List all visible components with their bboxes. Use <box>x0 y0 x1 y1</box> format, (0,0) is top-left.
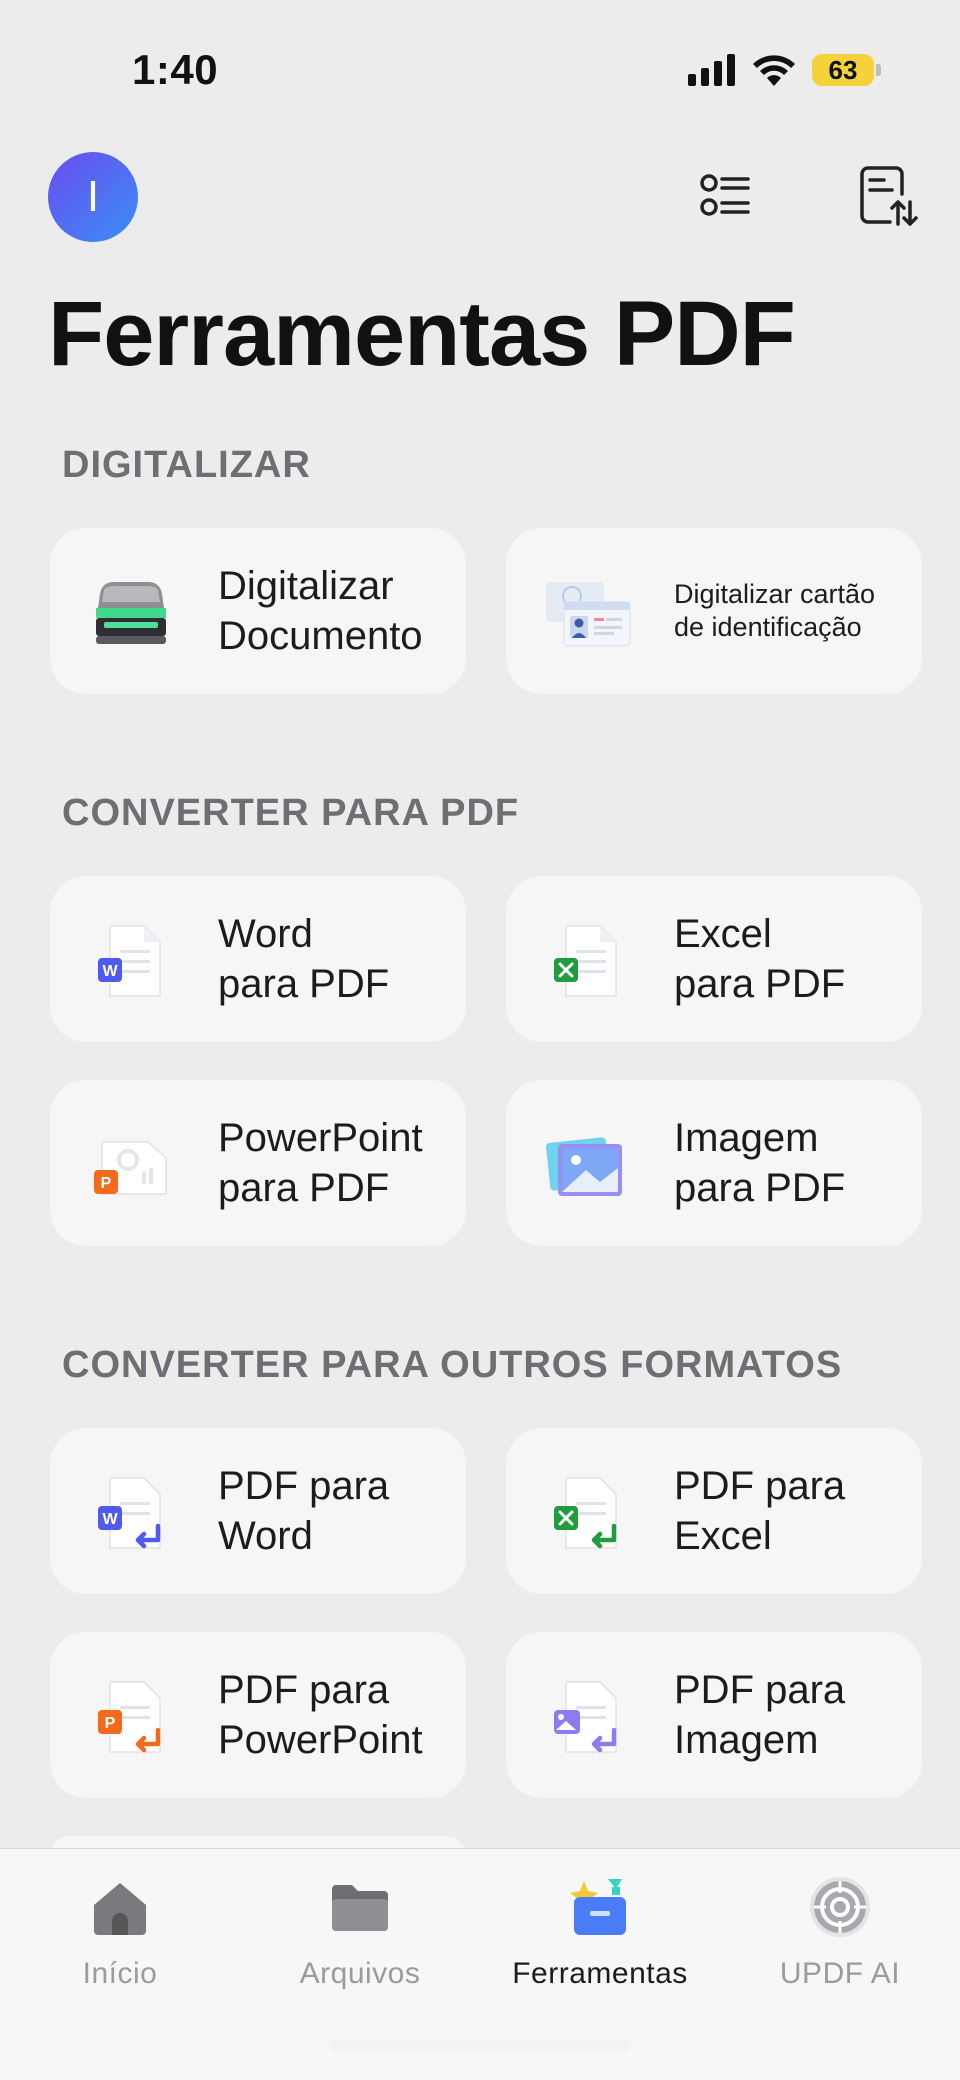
status-time: 1:40 <box>132 46 219 93</box>
word-doc-icon: W <box>98 925 161 997</box>
battery-tip <box>876 64 881 76</box>
battery-level: 63 <box>812 54 874 86</box>
section-label-from-pdf: CONVERTER PARA OUTROS FORMATOS <box>62 1344 843 1386</box>
scan-id-card-button[interactable]: Digitalizar cartão de identificação <box>506 528 922 694</box>
folder-icon <box>332 1885 388 1931</box>
wifi-icon <box>753 55 795 86</box>
image-to-pdf-label: Imagem para PDF <box>674 1116 846 1210</box>
pdf-to-excel-button[interactable]: PDF para Excel <box>506 1428 922 1594</box>
pdf-to-image-button[interactable]: PDF para Imagem <box>506 1632 922 1798</box>
section-label-scan: DIGITALIZAR <box>62 444 311 486</box>
image-stack-icon <box>546 1137 622 1196</box>
scan-document-label: Digitalizar Documento <box>218 564 423 658</box>
pdf-to-powerpoint-label: PDF para PowerPoint <box>218 1668 423 1762</box>
tab-arquivos-label: Arquivos <box>299 1957 421 1990</box>
status-bar: 1:40 63 <box>0 0 960 140</box>
profile-avatar[interactable]: I <box>48 152 138 242</box>
cellular-signal-icon <box>688 54 735 86</box>
svg-text:W: W <box>102 963 118 980</box>
svg-text:P: P <box>105 1715 116 1732</box>
tab-updf-ai[interactable]: UPDF AI <box>720 1849 960 1999</box>
id-card-icon <box>546 582 631 647</box>
tab-inicio[interactable]: Início <box>0 1849 240 1999</box>
pdf-to-image-icon <box>554 1681 617 1753</box>
ai-logo-icon <box>810 1877 870 1937</box>
scanner-icon <box>96 582 166 644</box>
tab-inicio-label: Início <box>82 1957 158 1990</box>
tab-ferramentas-label: Ferramentas <box>512 1957 688 1990</box>
toolbox-icon <box>570 1879 626 1935</box>
section-label-to-pdf: CONVERTER PARA PDF <box>62 792 520 834</box>
excel-to-pdf-label: Excel para PDF <box>674 912 846 1006</box>
page-title: Ferramentas PDF <box>48 283 796 385</box>
pdf-to-excel-icon <box>554 1477 617 1549</box>
pdf-to-word-label: PDF para Word <box>218 1464 390 1558</box>
svg-text:P: P <box>101 1175 112 1192</box>
pdf-to-word-icon: W <box>98 1477 161 1549</box>
svg-text:W: W <box>102 1511 118 1528</box>
home-indicator <box>330 2040 630 2052</box>
scan-id-card-label: Digitalizar cartão de identificação <box>674 579 876 642</box>
excel-to-pdf-button[interactable]: Excel para PDF <box>506 876 922 1042</box>
excel-doc-icon <box>554 925 617 997</box>
tab-updf-ai-label: UPDF AI <box>779 1957 901 1990</box>
tab-ferramentas[interactable]: Ferramentas <box>480 1849 720 1999</box>
pdf-to-excel-label: PDF para Excel <box>674 1464 846 1558</box>
list-view-icon[interactable] <box>688 160 760 232</box>
pdf-to-image-label: PDF para Imagem <box>674 1668 846 1762</box>
pdf-to-word-button[interactable]: W PDF para Word <box>50 1428 466 1594</box>
tab-arquivos[interactable]: Arquivos <box>240 1849 480 1999</box>
pdf-to-powerpoint-icon: P <box>98 1681 161 1753</box>
powerpoint-doc-icon: P <box>94 1141 167 1195</box>
powerpoint-to-pdf-label: PowerPoint para PDF <box>218 1116 423 1210</box>
image-to-pdf-button[interactable]: Imagem para PDF <box>506 1080 922 1246</box>
pdf-to-powerpoint-button[interactable]: P PDF para PowerPoint <box>50 1632 466 1798</box>
word-to-pdf-label: Word para PDF <box>218 912 390 1006</box>
document-sort-icon[interactable] <box>850 160 922 232</box>
scan-document-button[interactable]: Digitalizar Documento <box>50 528 466 694</box>
home-icon <box>94 1883 146 1935</box>
powerpoint-to-pdf-button[interactable]: P PowerPoint para PDF <box>50 1080 466 1246</box>
word-to-pdf-button[interactable]: W Word para PDF <box>50 876 466 1042</box>
